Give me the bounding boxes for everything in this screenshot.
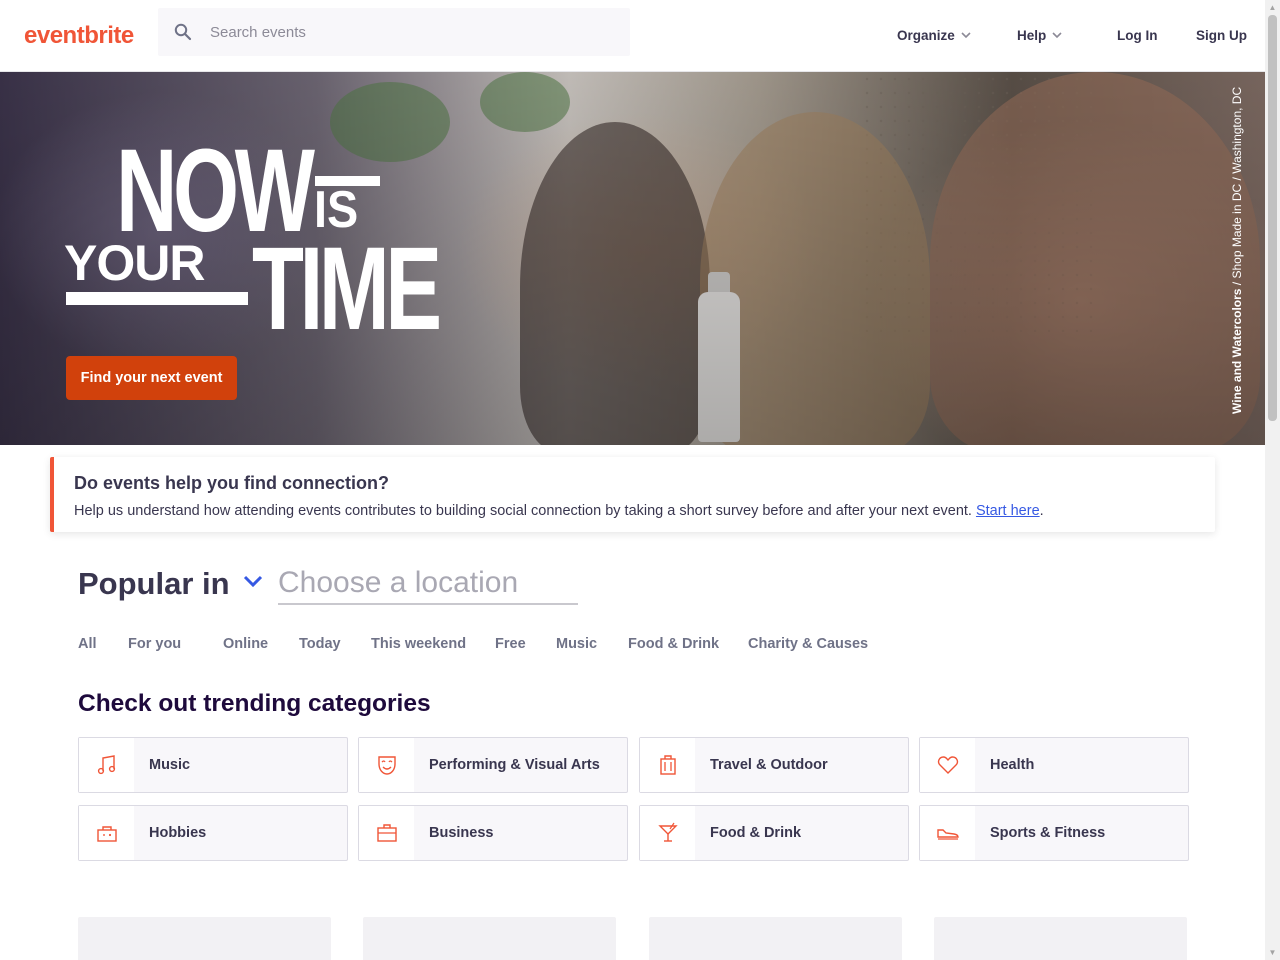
briefcase-icon bbox=[359, 806, 414, 860]
tab-free[interactable]: Free bbox=[495, 636, 526, 652]
category-card-music[interactable]: Music bbox=[78, 737, 348, 793]
category-card-health[interactable]: Health bbox=[919, 737, 1189, 793]
organize-label: Organize bbox=[897, 28, 955, 43]
category-card-hobbies[interactable]: Hobbies bbox=[78, 805, 348, 861]
tab-charity-causes[interactable]: Charity & Causes bbox=[748, 636, 868, 652]
category-card-sports-fitness[interactable]: Sports & Fitness bbox=[919, 805, 1189, 861]
location-input[interactable] bbox=[278, 562, 578, 605]
search-bar[interactable] bbox=[158, 8, 630, 56]
help-label: Help bbox=[1017, 28, 1047, 43]
category-card-food-drink[interactable]: Food & Drink bbox=[639, 805, 909, 861]
chevron-down-icon[interactable] bbox=[240, 568, 266, 594]
category-label: Music bbox=[149, 757, 191, 773]
event-card-placeholder[interactable] bbox=[78, 917, 331, 960]
page-scrollbar[interactable]: ▲ ▼ bbox=[1265, 0, 1280, 960]
category-label: Travel & Outdoor bbox=[710, 757, 828, 773]
tab-for-you[interactable]: For you bbox=[128, 636, 181, 652]
help-menu[interactable]: Help bbox=[1017, 28, 1062, 43]
survey-start-link[interactable]: Start here bbox=[976, 503, 1040, 519]
popular-in-label: Popular in bbox=[78, 566, 230, 601]
scrollbar-thumb[interactable] bbox=[1268, 15, 1277, 421]
login-link[interactable]: Log In bbox=[1117, 28, 1158, 43]
headline-rule bbox=[66, 292, 248, 305]
tab-this-weekend[interactable]: This weekend bbox=[371, 636, 466, 652]
top-nav-bar: eventbrite Organize Help Log In Sign Up bbox=[0, 0, 1265, 72]
category-card-performing-visual-arts[interactable]: Performing & Visual Arts bbox=[358, 737, 628, 793]
tab-food-drink[interactable]: Food & Drink bbox=[628, 636, 719, 652]
search-icon bbox=[174, 23, 192, 41]
photo-credit: Wine and Watercolors / Shop Made in DC /… bbox=[1230, 87, 1244, 414]
event-card-placeholder[interactable] bbox=[649, 917, 902, 960]
luggage-icon bbox=[640, 738, 695, 792]
eventbrite-logo[interactable]: eventbrite bbox=[24, 22, 134, 50]
theater-mask-icon bbox=[359, 738, 414, 792]
survey-period: . bbox=[1039, 503, 1044, 519]
event-card-placeholder[interactable] bbox=[363, 917, 616, 960]
survey-banner: Do events help you find connection? Help… bbox=[50, 457, 1215, 532]
music-note-icon bbox=[79, 738, 134, 792]
chevron-down-icon bbox=[1052, 32, 1062, 39]
find-next-event-button[interactable]: Find your next event bbox=[66, 356, 237, 400]
hero-banner: NOW IS YOUR TIME Find your next event Wi… bbox=[0, 72, 1265, 445]
survey-title: Do events help you find connection? bbox=[74, 473, 390, 493]
survey-text: Help us understand how attending events … bbox=[74, 503, 1044, 519]
trending-categories-heading: Check out trending categories bbox=[78, 690, 431, 717]
category-label: Sports & Fitness bbox=[990, 825, 1106, 841]
tab-online[interactable]: Online bbox=[223, 636, 268, 652]
headline-time: TIME bbox=[252, 223, 442, 355]
cocktail-icon bbox=[640, 806, 695, 860]
scroll-up-arrow-icon[interactable]: ▲ bbox=[1265, 0, 1280, 15]
search-input[interactable] bbox=[208, 8, 608, 56]
chevron-down-icon bbox=[961, 32, 971, 39]
signup-link[interactable]: Sign Up bbox=[1196, 28, 1247, 43]
tab-music[interactable]: Music bbox=[556, 636, 597, 652]
scroll-down-arrow-icon[interactable]: ▼ bbox=[1265, 945, 1280, 960]
organize-menu[interactable]: Organize bbox=[897, 28, 971, 43]
tab-today[interactable]: Today bbox=[299, 636, 341, 652]
heart-icon bbox=[920, 738, 975, 792]
survey-body: Help us understand how attending events … bbox=[74, 503, 976, 519]
hobbies-icon bbox=[79, 806, 134, 860]
category-card-travel-outdoor[interactable]: Travel & Outdoor bbox=[639, 737, 909, 793]
photo-credit-event: Wine and Watercolors bbox=[1230, 288, 1244, 414]
category-card-business[interactable]: Business bbox=[358, 805, 628, 861]
category-label: Food & Drink bbox=[710, 825, 802, 841]
category-label: Performing & Visual Arts bbox=[429, 757, 600, 773]
tab-all[interactable]: All bbox=[78, 636, 97, 652]
event-card-placeholder[interactable] bbox=[934, 917, 1187, 960]
category-label: Business bbox=[429, 825, 494, 841]
sneaker-icon bbox=[920, 806, 975, 860]
photo-credit-location: / Shop Made in DC / Washington, DC bbox=[1230, 86, 1244, 289]
category-label: Health bbox=[990, 757, 1035, 773]
headline-your: YOUR bbox=[64, 235, 205, 291]
category-label: Hobbies bbox=[149, 825, 207, 841]
